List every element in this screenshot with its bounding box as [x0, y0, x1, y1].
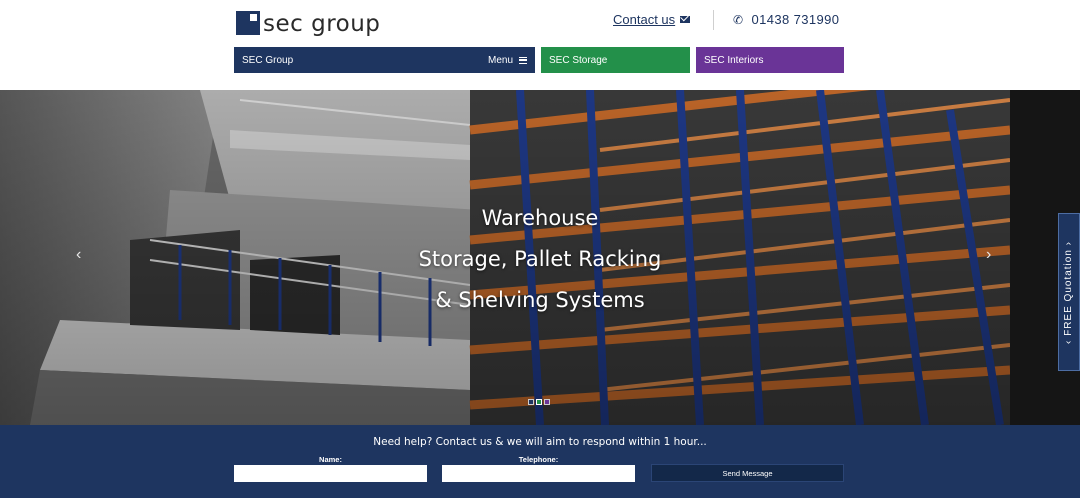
phone-number-text: 01438 731990 [751, 12, 840, 27]
slider-dots [528, 399, 550, 405]
nav-sec-group-label: SEC Group [242, 54, 294, 66]
chevron-right-icon[interactable]: › [986, 246, 991, 264]
slider-dot[interactable] [536, 399, 542, 405]
telephone-label: Telephone: [518, 455, 559, 464]
slider-dot[interactable] [544, 399, 550, 405]
phone-number[interactable]: ✆ 01438 731990 [733, 12, 839, 27]
telephone-field[interactable] [442, 465, 635, 482]
contact-us-label: Contact us [613, 12, 676, 27]
nav-sec-storage[interactable]: SEC Storage [541, 47, 690, 73]
send-message-button[interactable]: Send Message [651, 464, 844, 482]
nav-sec-interiors-label: SEC Interiors [704, 54, 764, 66]
logo[interactable]: sec group [236, 10, 380, 38]
logo-mark-icon [236, 11, 260, 35]
menu-label: Menu [487, 54, 513, 66]
header-divider [713, 10, 714, 30]
free-quotation-label: ‹ FREE Quotation › [1063, 240, 1075, 344]
chevron-left-icon[interactable]: ‹ [76, 246, 81, 264]
nav-sec-interiors[interactable]: SEC Interiors [696, 47, 844, 73]
nav-sec-group[interactable]: SEC Group Menu [234, 47, 535, 73]
hero-line-2: Storage, Pallet Racking [418, 247, 662, 271]
logo-text: sec group [263, 11, 381, 37]
phone-icon: ✆ [733, 12, 744, 27]
mail-icon [680, 16, 691, 23]
form-heading: Need help? Contact us & we will aim to r… [373, 436, 707, 448]
slider-dot[interactable] [528, 399, 534, 405]
menu-button[interactable]: Menu [488, 55, 527, 66]
free-quotation-tab[interactable]: ‹ FREE Quotation › [1058, 213, 1080, 371]
nav-sec-storage-label: SEC Storage [549, 54, 608, 66]
contact-us-link[interactable]: Contact us [613, 12, 691, 27]
hero-slider: Warehouse Storage, Pallet Racking & Shel… [0, 90, 1080, 425]
hero-line-3: & Shelving Systems [435, 288, 645, 312]
name-label: Name: [319, 455, 342, 464]
hero-line-1: Warehouse [481, 206, 599, 230]
hero-heading: Warehouse Storage, Pallet Racking & Shel… [340, 198, 740, 321]
site-header: sec group Contact us ✆ 01438 731990 SEC … [0, 0, 1080, 90]
hamburger-icon [519, 56, 527, 64]
contact-form-bar: Need help? Contact us & we will aim to r… [0, 425, 1080, 498]
name-field[interactable] [234, 465, 427, 482]
